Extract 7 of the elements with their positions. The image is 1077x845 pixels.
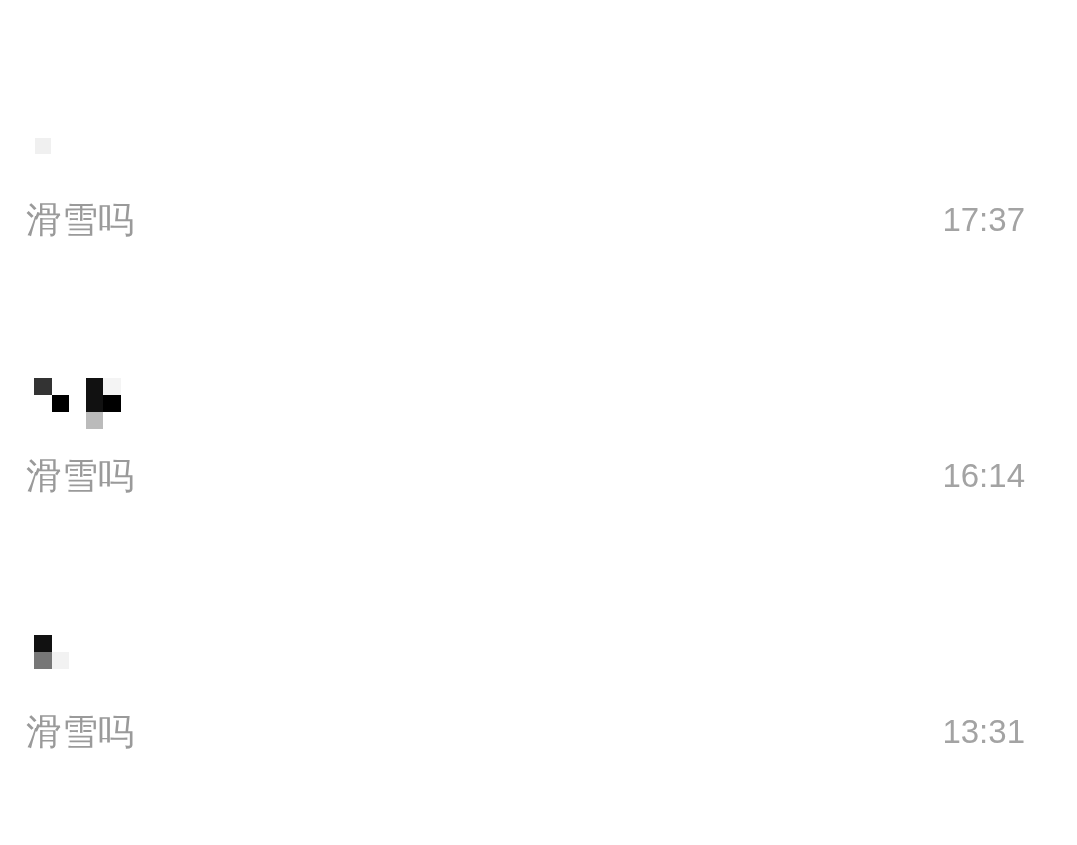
- message-preview: 滑雪吗: [26, 454, 134, 498]
- message-preview: 滑雪吗: [26, 198, 134, 242]
- message-time: 17:37: [942, 200, 1025, 240]
- message-preview: 滑雪吗: [26, 710, 134, 754]
- message-time: 16:14: [942, 456, 1025, 496]
- message-time: 13:31: [942, 712, 1025, 752]
- pixelated-name-drawing: [34, 635, 69, 669]
